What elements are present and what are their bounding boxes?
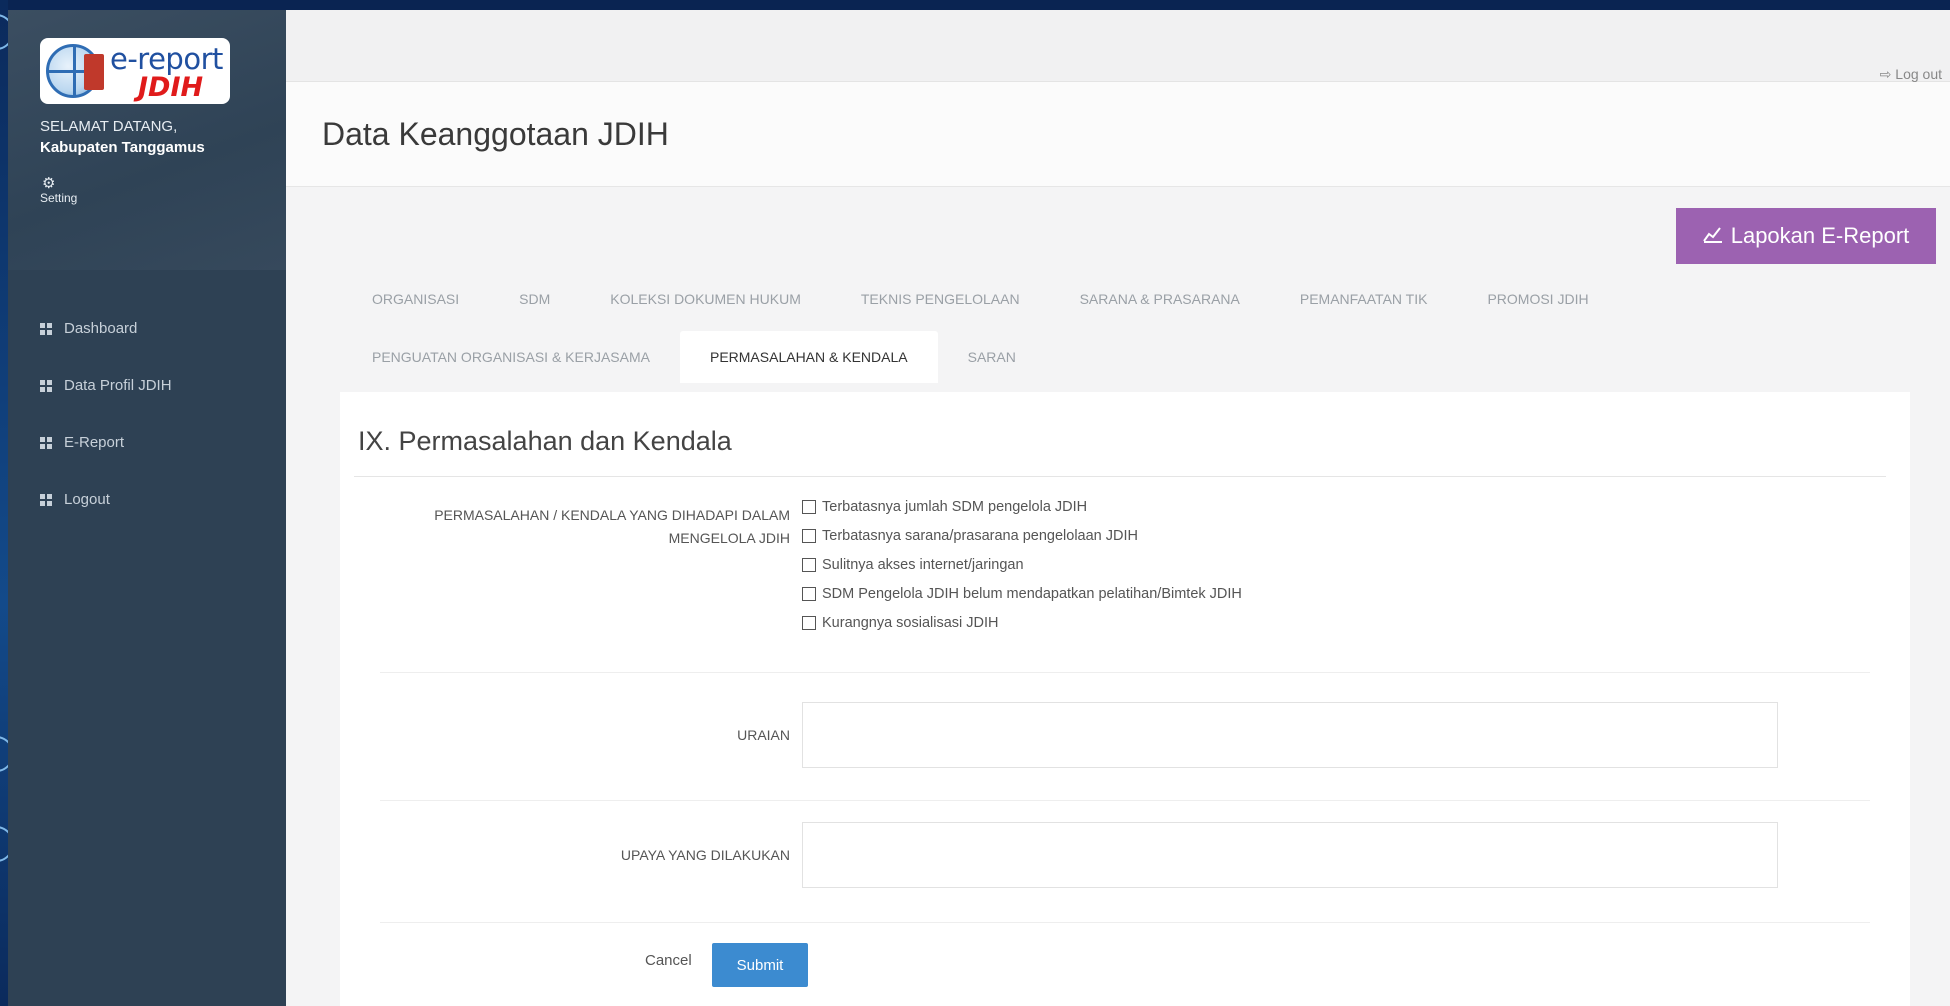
welcome-text: SELAMAT DATANG, <box>40 118 178 135</box>
tab-row-1: ORGANISASI SDM KOLEKSI DOKUMEN HUKUM TEK… <box>364 270 1914 328</box>
form-panel: IX. Permasalahan dan Kendala PERMASALAHA… <box>340 392 1910 1006</box>
tab-saran[interactable]: SARAN <box>938 331 1046 383</box>
app-logo[interactable]: e-report JDIH <box>40 38 230 104</box>
logo-text: e-report <box>110 42 223 76</box>
upaya-label: UPAYA YANG DILAKUKAN <box>620 847 790 863</box>
checkbox[interactable] <box>802 615 816 630</box>
sidebar-item-label: Dashboard <box>64 320 138 337</box>
checkbox[interactable] <box>802 528 816 543</box>
issue-option[interactable]: Terbatasnya sarana/prasarana pengelolaan… <box>802 521 1242 550</box>
book-icon <box>84 54 104 90</box>
issue-option[interactable]: Sulitnya akses internet/jaringan <box>802 550 1242 579</box>
setting-label: Setting <box>40 191 78 205</box>
top-bar: ⇨ Log out <box>286 10 1950 82</box>
tab-organisasi[interactable]: ORGANISASI <box>364 273 489 325</box>
tab-permasalahan-kendala[interactable]: PERMASALAHAN & KENDALA <box>679 331 938 383</box>
uraian-label: URAIAN <box>737 727 790 743</box>
issues-checklist: Terbatasnya jumlah SDM pengelola JDIH Te… <box>802 492 1242 637</box>
grid-icon <box>40 322 52 335</box>
issue-option[interactable]: Terbatasnya jumlah SDM pengelola JDIH <box>802 492 1242 521</box>
line-chart-icon <box>1702 223 1723 249</box>
page-title: Data Keanggotaan JDIH <box>322 115 669 152</box>
sidebar-item-label: E-Report <box>64 434 125 451</box>
section-tabs: ORGANISASI SDM KOLEKSI DOKUMEN HUKUM TEK… <box>364 270 1914 386</box>
page-header: Data Keanggotaan JDIH <box>286 82 1950 187</box>
sidebar-item-logout[interactable]: Logout <box>8 471 286 528</box>
uraian-textarea[interactable] <box>802 702 1778 768</box>
sidebar-header: e-report JDIH SELAMAT DATANG, Kabupaten … <box>8 10 286 270</box>
tab-teknis-pengelolaan[interactable]: TEKNIS PENGELOLAAN <box>831 273 1050 325</box>
row-divider <box>380 922 1870 923</box>
gear-icon: ⚙ <box>42 175 56 192</box>
tab-penguatan-organisasi[interactable]: PENGUATAN ORGANISASI & KERJASAMA <box>364 331 680 383</box>
main-content: ⇨ Log out Data Keanggotaan JDIH Lapokan … <box>286 10 1950 1006</box>
tab-pemanfaatan-tik[interactable]: PEMANFAATAN TIK <box>1270 273 1458 325</box>
window-frame-top <box>0 0 1950 10</box>
report-button-label: Lapokan E-Report <box>1730 223 1910 248</box>
tab-sdm[interactable]: SDM <box>489 273 580 325</box>
sidebar-menu: Dashboard Data Profil JDIH E-Report Logo… <box>8 270 286 528</box>
tab-row-2: PENGUATAN ORGANISASI & KERJASAMA PERMASA… <box>364 328 1914 386</box>
checkbox[interactable] <box>802 586 816 601</box>
checkbox[interactable] <box>802 499 816 514</box>
issue-option[interactable]: SDM Pengelola JDIH belum mendapatkan pel… <box>802 579 1242 608</box>
sidebar-item-data-profil[interactable]: Data Profil JDIH <box>8 357 286 414</box>
cancel-button[interactable]: Cancel <box>645 952 692 969</box>
grid-icon <box>40 493 52 506</box>
upaya-textarea[interactable] <box>802 822 1778 888</box>
lapokan-e-report-button[interactable]: Lapokan E-Report <box>1676 208 1936 264</box>
logout-link[interactable]: ⇨ Log out <box>1880 66 1942 83</box>
grid-icon <box>40 379 52 392</box>
grid-icon <box>40 436 52 449</box>
sign-out-icon: ⇨ <box>1879 66 1892 82</box>
logo-accent-text: JDIH <box>138 72 204 103</box>
section-divider <box>354 476 1886 477</box>
submit-button[interactable]: Submit <box>712 943 808 987</box>
tab-promosi-jdih[interactable]: PROMOSI JDIH <box>1457 273 1618 325</box>
logout-label: Log out <box>1895 66 1942 82</box>
sidebar-item-label: Logout <box>64 491 110 508</box>
section-title: IX. Permasalahan dan Kendala <box>358 426 732 456</box>
sidebar-item-e-report[interactable]: E-Report <box>8 414 286 471</box>
tab-koleksi-dokumen-hukum[interactable]: KOLEKSI DOKUMEN HUKUM <box>580 273 831 325</box>
sidebar: e-report JDIH SELAMAT DATANG, Kabupaten … <box>8 10 286 1006</box>
sidebar-item-label: Data Profil JDIH <box>64 377 172 394</box>
checkbox[interactable] <box>802 557 816 572</box>
region-name: Kabupaten Tanggamus <box>40 139 205 156</box>
row-divider <box>380 800 1870 801</box>
issue-option[interactable]: Kurangnya sosialisasi JDIH <box>802 608 1242 637</box>
setting-link[interactable]: ⚙ Setting <box>40 176 286 205</box>
tab-sarana-prasarana[interactable]: SARANA & PRASARANA <box>1050 273 1270 325</box>
sidebar-item-dashboard[interactable]: Dashboard <box>8 300 286 357</box>
issues-label: PERMASALAHAN / KENDALA YANG DIHADAPI DAL… <box>434 507 790 546</box>
row-divider <box>380 672 1870 673</box>
